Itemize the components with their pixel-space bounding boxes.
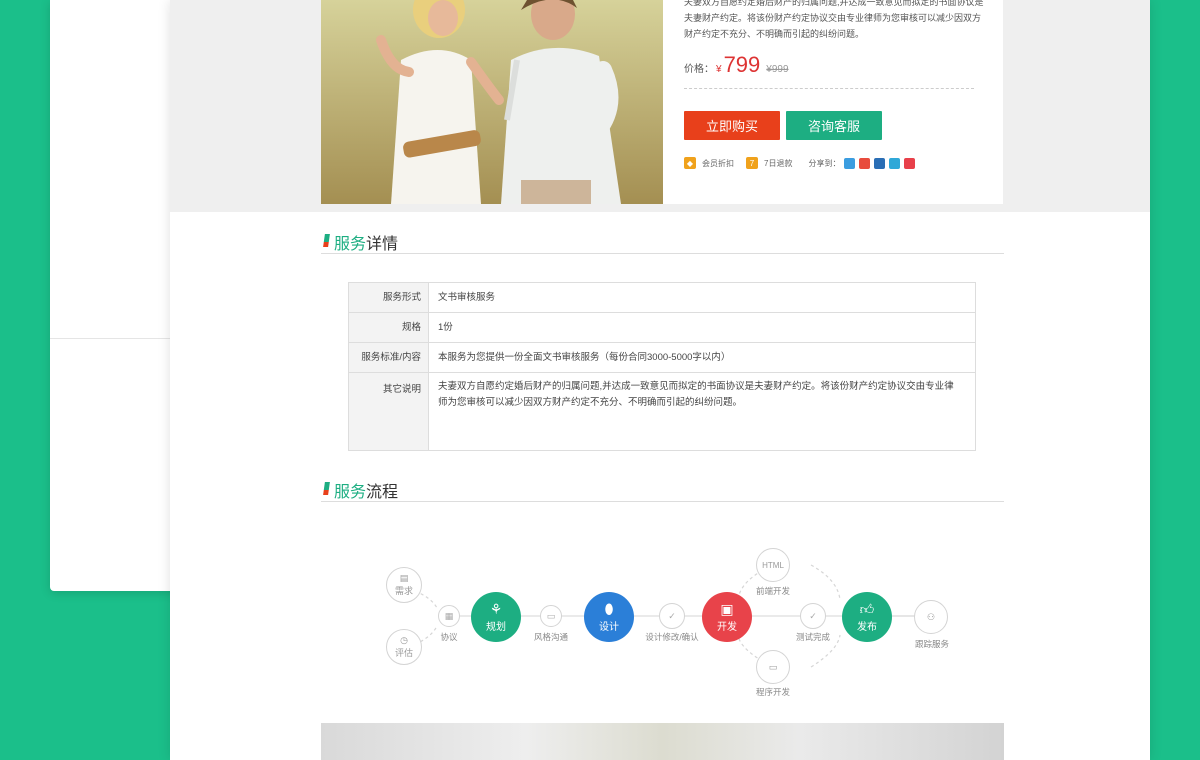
- price-currency: ¥: [716, 64, 722, 75]
- renren-share-icon[interactable]: [874, 157, 886, 169]
- design-revise-step: ✓: [659, 603, 685, 629]
- design-revise-label: 设计修改/确认: [645, 632, 699, 642]
- heading-dark-text: 详情: [366, 236, 399, 253]
- row-value: 1份: [438, 322, 453, 333]
- service-process-heading: 服务流程: [321, 476, 1004, 502]
- program-label: 程序开发: [755, 687, 791, 697]
- table-row: 服务形式 文书审核服务: [349, 283, 975, 313]
- evaluate-step: ◷ 评估: [386, 629, 422, 665]
- heading-marker: [323, 234, 330, 247]
- network-icon: ⚘: [489, 601, 503, 617]
- demand-step: ▤ 需求: [386, 567, 422, 603]
- planning-step: ⚘ 规划: [471, 592, 521, 642]
- customer-service-button[interactable]: 咨询客服: [786, 111, 882, 140]
- table-row: 服务标准/内容 本服务为您提供一份全面文书审核服务（每份合同3000-5000字…: [349, 343, 975, 373]
- weibo-share-icon[interactable]: [859, 157, 871, 169]
- qzone-share-icon[interactable]: [844, 157, 856, 169]
- test-step: ✓: [800, 603, 826, 629]
- heading-dark-text: 流程: [366, 484, 399, 501]
- row-value: 文书审核服务: [438, 292, 496, 303]
- row-value: 夫妻双方自愿约定婚后财产的归属问题,并达成一致意见而拟定的书面协议是夫妻财产约定…: [438, 381, 954, 408]
- row-key: 服务形式: [349, 283, 429, 312]
- mouse-icon: ⬮: [604, 601, 614, 617]
- track-step: ⚇: [914, 600, 948, 634]
- price-label: 价格：: [684, 64, 714, 75]
- clock-icon: ◷: [400, 635, 408, 645]
- publish-step: 👍︎ 发布: [842, 592, 892, 642]
- product-photo: [321, 0, 663, 204]
- document-icon: ▤: [399, 573, 409, 583]
- process-connectors: [403, 564, 930, 668]
- heading-green-text: 服务: [334, 236, 367, 253]
- develop-step: ▣ 开发: [702, 592, 752, 642]
- price-divider: [684, 88, 974, 89]
- member-discount-icon: ◆: [684, 157, 696, 169]
- price-row: 价格： ¥ 799 ¥999: [684, 52, 789, 78]
- perk-label-refund: 7日退款: [764, 158, 793, 168]
- seven-day-refund-icon: 7: [746, 157, 758, 169]
- table-row: 规格 1份: [349, 313, 975, 343]
- row-key: 服务标准/内容: [349, 343, 429, 372]
- row-key: 其它说明: [349, 373, 429, 450]
- original-price: ¥999: [766, 64, 789, 75]
- table-row: 其它说明 夫妻双方自愿约定婚后财产的归属问题,并达成一致意见而拟定的书面协议是夫…: [349, 373, 975, 450]
- chat-icon: ▭: [546, 610, 556, 621]
- service-details-heading: 服务详情: [321, 228, 1004, 254]
- process-diagram: ▤ 需求 ◷ 评估 ▦ 协议 ⚘ 规划 ▭ 风格沟通 ⬮ 设计 ✓ 设计修改/确…: [170, 540, 1150, 710]
- heading-green-text: 服务: [334, 484, 367, 501]
- desktop-icon: ▭: [768, 661, 778, 672]
- current-price: 799: [723, 52, 761, 77]
- service-details-table: 服务形式 文书审核服务 规格 1份 服务标准/内容 本服务为您提供一份全面文书审…: [348, 282, 976, 451]
- heading-marker: [323, 482, 330, 495]
- qq-share-icon[interactable]: [889, 157, 901, 169]
- product-page: 夫妻双方自愿约定婚后财产的归属问题,并达成一致意见而拟定的书面协议是夫妻财产约定…: [170, 0, 1150, 760]
- check-icon: ✓: [668, 610, 676, 621]
- row-key: 规格: [349, 313, 429, 342]
- program-step: ▭: [756, 650, 790, 684]
- buy-now-button[interactable]: 立即购买: [684, 111, 780, 140]
- frontend-step: HTML: [756, 548, 790, 582]
- row-value: 本服务为您提供一份全面文书审核服务（每份合同3000-5000字以内）: [438, 352, 731, 363]
- perk-label-member: 会员折扣: [702, 158, 734, 168]
- agreement-label: 协议: [440, 632, 458, 642]
- thumbs-up-icon: 👍︎: [859, 601, 875, 617]
- product-description: 夫妻双方自愿约定婚后财产的归属问题,并达成一致意见而拟定的书面协议是夫妻财产约定…: [684, 0, 984, 39]
- monitor-icon: ▣: [720, 601, 734, 617]
- html-icon: HTML: [762, 560, 784, 570]
- test-label: 测试完成: [795, 632, 831, 642]
- contract-icon: ▦: [444, 610, 454, 621]
- check-icon: ✓: [809, 610, 817, 621]
- share-label: 分享到：: [808, 158, 841, 168]
- frontend-label: 前端开发: [755, 586, 791, 596]
- bottom-banner-image: [321, 723, 1004, 760]
- track-label: 跟踪服务: [914, 639, 950, 649]
- design-step: ⬮ 设计: [584, 592, 634, 642]
- perks-row: ◆ 会员折扣 7 7日退款 分享到：: [684, 157, 916, 169]
- style-communication-step: ▭: [540, 605, 562, 627]
- product-info-panel: 夫妻双方自愿约定婚后财产的归属问题,并达成一致意见而拟定的书面协议是夫妻财产约定…: [663, 0, 1003, 204]
- style-communication-label: 风格沟通: [533, 632, 569, 642]
- user-icon: ⚇: [926, 611, 936, 622]
- douban-share-icon[interactable]: [904, 157, 916, 169]
- agreement-step: ▦: [438, 605, 460, 627]
